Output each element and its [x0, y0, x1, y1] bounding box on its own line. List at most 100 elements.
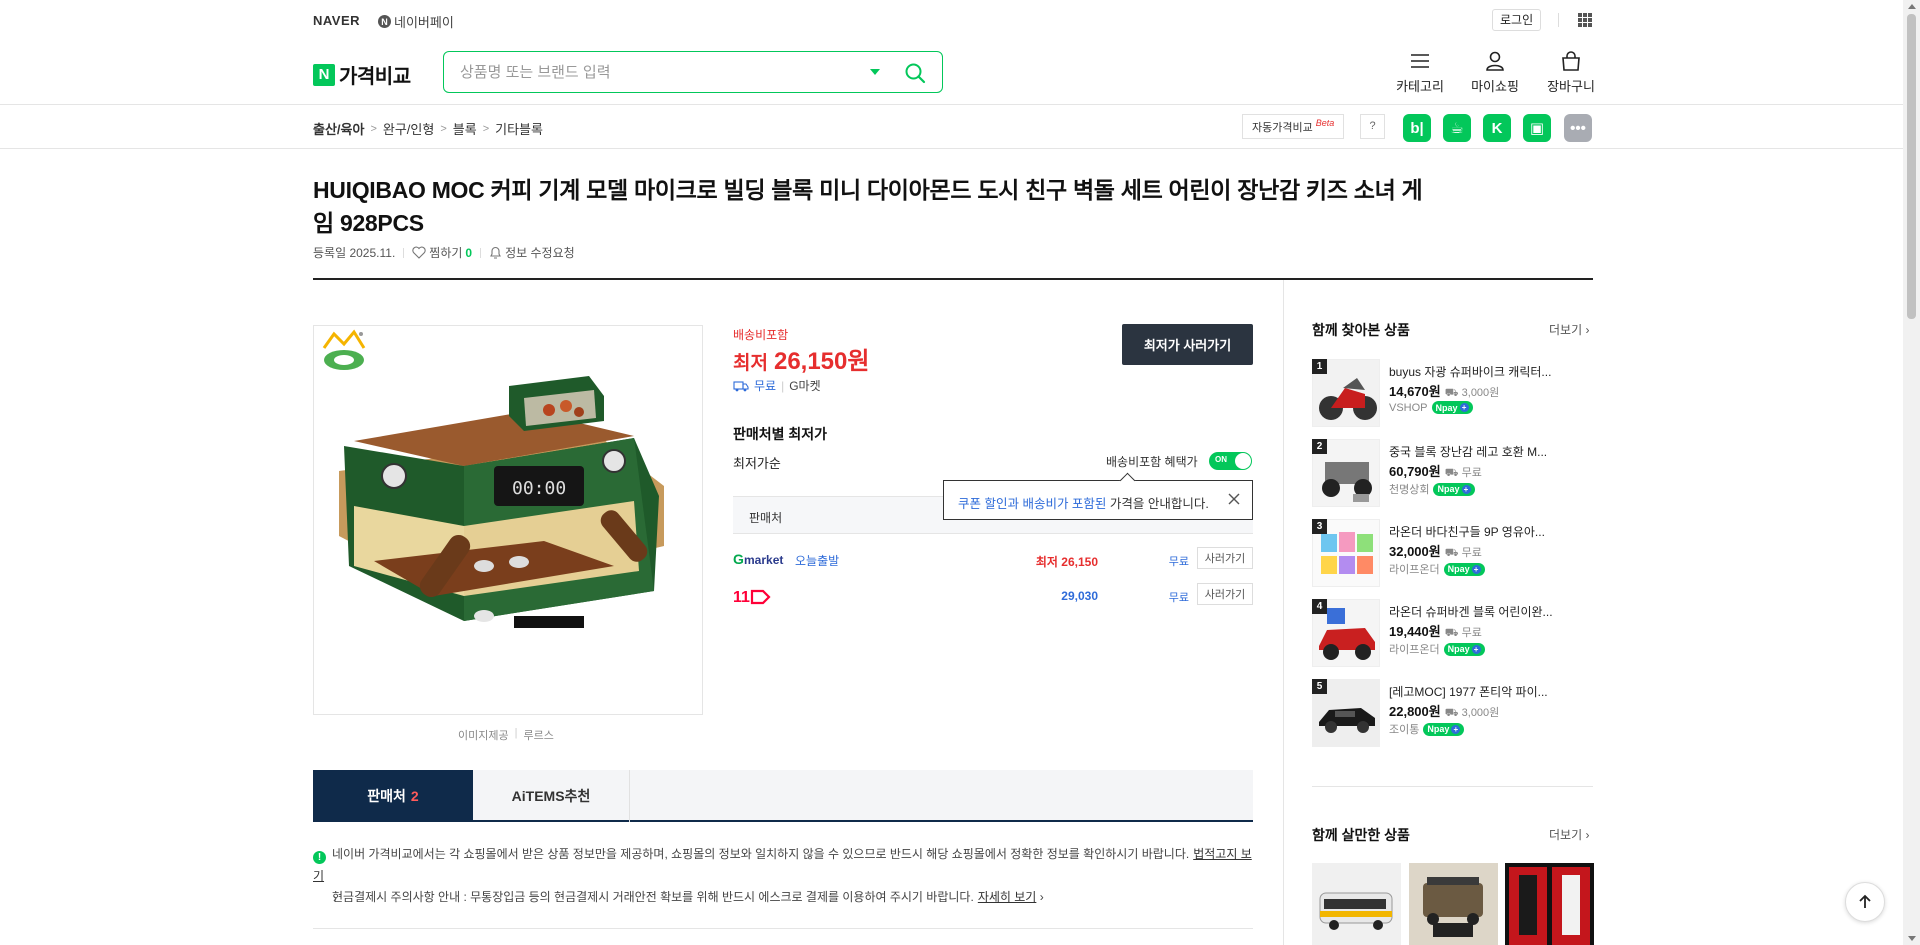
breadcrumb-separator: > [370, 122, 377, 135]
breadcrumb-separator: > [482, 122, 490, 135]
price-compare-logo[interactable]: N 가격비교 [313, 60, 411, 89]
rank-badge: 4 [1312, 599, 1327, 614]
tab-label: AiTEMS추천 [511, 788, 591, 804]
naver-pay-icon: N [378, 15, 391, 28]
image-credit-source[interactable]: 루르스 [523, 727, 553, 743]
band-share-icon[interactable]: ▣ [1523, 114, 1551, 142]
seller-price: 최저 26,150 [1035, 555, 1098, 569]
bought-together-title: 함께 살만한 상품 [1312, 827, 1410, 843]
related-item[interactable]: 3 라온더 바다친구들 9P 영유아... 32,000원 ⛟ 무료 라이프온더 N… [1312, 519, 1582, 589]
related-item-name[interactable]: buyus 자광 슈퍼바이크 캐릭터... [1389, 363, 1579, 380]
related-item-name[interactable]: 중국 블록 장난감 레고 호환 M... [1389, 443, 1579, 460]
scroll-to-top-button[interactable] [1845, 882, 1885, 922]
rank-badge: 3 [1312, 519, 1327, 534]
tab-aitems[interactable]: AiTEMS추천 [473, 770, 630, 822]
rank-badge: 5 [1312, 679, 1327, 694]
related-item-mall: 조이통 [1389, 724, 1420, 736]
arrow-up-icon [1859, 894, 1871, 908]
divider [313, 928, 1253, 929]
tab-sellers[interactable]: 판매처 2 [313, 770, 473, 822]
seller-shipping: 무료 [1168, 556, 1189, 568]
bag-icon [1562, 51, 1580, 71]
naver-logo[interactable]: NAVER [313, 13, 360, 28]
edit-request-label: 정보 수정요청 [505, 246, 575, 260]
talk-share-icon[interactable]: K [1483, 114, 1511, 142]
my-shopping-button[interactable]: 마이쇼핑 [1465, 50, 1525, 95]
related-item-mall: 천명상회 [1389, 484, 1430, 496]
bought-together-item-image[interactable] [1505, 863, 1594, 945]
tab-count: 2 [410, 788, 419, 804]
more-share-icon[interactable]: ••• [1564, 114, 1592, 142]
related-item[interactable]: 5 [레고MOC] 1977 폰티악 파이... 22,800원 ⛟ 3,000원… [1312, 679, 1582, 749]
bought-together-more-link[interactable]: 더보기 › [1549, 826, 1589, 843]
auto-compare-button[interactable]: 자동가격비교 Beta [1242, 114, 1345, 139]
scroll-down-arrow-icon[interactable] [1908, 936, 1916, 941]
hamburger-icon [1411, 54, 1429, 68]
breadcrumb-item[interactable]: 출산/육아 [313, 119, 364, 138]
product-image[interactable]: 00:00 [313, 325, 703, 715]
related-item-price: 22,800원 [1389, 704, 1441, 719]
breadcrumb-item[interactable]: 블록 [453, 119, 477, 138]
login-button[interactable]: 로그인 [1492, 9, 1542, 31]
like-count: 0 [465, 245, 473, 260]
divider [313, 278, 1593, 280]
brand-logo-image [322, 329, 366, 370]
breadcrumb-item[interactable]: 기타블록 [495, 119, 543, 138]
npay-badge: Npay + [1443, 562, 1485, 576]
seller-row: Gmarket 오늘출발 최저 26,150 무료 사러가기 [733, 545, 1253, 575]
buy-lowest-button[interactable]: 최저가 사러가기 [1122, 324, 1253, 365]
related-item-mall: VSHOP [1389, 401, 1428, 414]
search-icon[interactable] [904, 62, 926, 84]
help-button[interactable]: ? [1360, 114, 1385, 139]
related-item-shipping: ⛟ 무료 [1444, 627, 1482, 639]
seller-price: 29,030 [1061, 589, 1098, 603]
related-more-link[interactable]: 더보기 › [1549, 321, 1589, 338]
related-item-name[interactable]: 라온더 바다친구들 9P 영유아... [1389, 523, 1579, 540]
related-item[interactable]: 1 buyus 자광 슈퍼바이크 캐릭터... 14,670원 ⛟ 3,000원 … [1312, 359, 1582, 429]
seller-buy-button[interactable]: 사러가기 [1197, 583, 1253, 605]
related-item[interactable]: 4 라온더 슈퍼바겐 블록 어린이완... 19,440원 ⛟ 무료 라이프온더 N… [1312, 599, 1582, 669]
chevron-down-icon[interactable] [870, 69, 880, 75]
seller-tag: 오늘출발 [795, 554, 840, 568]
related-item[interactable]: 2 중국 블록 장난감 레고 호환 M... 60,790원 ⛟ 무료 천명상회 N… [1312, 439, 1582, 509]
blog-share-icon[interactable]: b| [1403, 114, 1431, 142]
breadcrumb-item[interactable]: 완구/인형 [383, 119, 434, 138]
bought-together-item-image[interactable] [1409, 863, 1498, 945]
cart-label: 장바구니 [1547, 79, 1595, 94]
cafe-share-icon[interactable]: ☕ [1443, 114, 1471, 142]
edit-request-link[interactable]: 정보 수정요청 [489, 244, 575, 261]
naver-pay-link[interactable]: N 네이버페이 [378, 12, 454, 31]
tab-label: 판매처 [367, 788, 406, 804]
cash-notice-link[interactable]: 자세히 보기 [978, 890, 1037, 904]
apps-grid-icon[interactable] [1578, 13, 1592, 27]
chevron-right-icon[interactable]: › [1036, 890, 1044, 904]
npay-badge: Npay + [1433, 482, 1475, 496]
divider [0, 148, 1920, 149]
shipping-toggle[interactable]: ON [1209, 452, 1252, 470]
search-input[interactable] [460, 62, 860, 82]
lowest-mall[interactable]: G마켓 [789, 377, 820, 394]
gmarket-logo[interactable]: Gmarket [733, 551, 791, 570]
sort-option[interactable]: 최저가순 [733, 453, 781, 472]
related-item-price: 60,790원 [1389, 464, 1441, 479]
rank-badge: 2 [1312, 439, 1327, 454]
lowest-price: 최저 26,150원 [733, 341, 869, 376]
cash-notice: 현금결제시 주의사항 안내 : 무통장입금 등의 현금결제시 거래안전 확보를 … [332, 888, 1044, 905]
related-item-name[interactable]: 라온더 슈퍼바겐 블록 어린이완... [1389, 603, 1579, 620]
close-icon[interactable] [1226, 491, 1242, 507]
like-button[interactable]: 찜하기 0 [412, 244, 472, 261]
category-label: 카테고리 [1396, 79, 1444, 94]
cart-button[interactable]: 장바구니 [1541, 50, 1601, 95]
11st-logo[interactable]: 11 [733, 587, 773, 610]
category-menu-button[interactable]: 카테고리 [1390, 50, 1450, 95]
scrollbar-thumb[interactable] [1907, 14, 1916, 319]
image-credit-label: 이미지제공 [458, 730, 509, 742]
scroll-up-arrow-icon[interactable] [1908, 4, 1916, 9]
bought-together-item-image[interactable] [1312, 863, 1401, 945]
seller-buy-button[interactable]: 사러가기 [1197, 547, 1253, 569]
page-scrollbar[interactable] [1903, 0, 1920, 945]
related-item-price: 32,000원 [1389, 544, 1441, 559]
related-item-shipping: ⛟ 3,000원 [1444, 387, 1500, 399]
related-item-name[interactable]: [레고MOC] 1977 폰티악 파이... [1389, 683, 1579, 700]
tooltip-text: 가격을 안내합니다. [1106, 497, 1209, 511]
